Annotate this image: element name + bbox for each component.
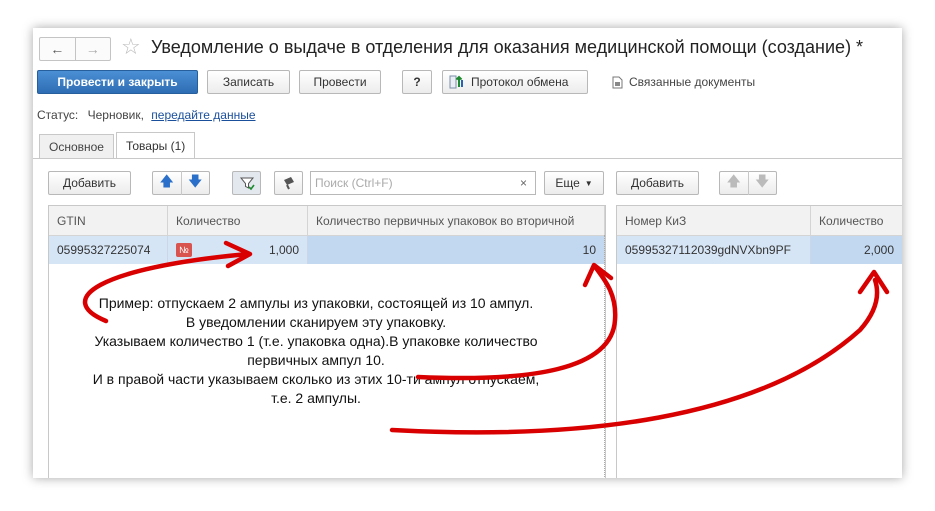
annotation-line: Указываем количество 1 (т.е. упаковка од… (94, 333, 538, 349)
annotation-text: Пример: отпускаем 2 ампулы из упаковки, … (52, 294, 580, 408)
filter-button[interactable] (232, 171, 261, 195)
quantity-value: 1,000 (268, 243, 299, 257)
back-arrow-icon[interactable]: ← (40, 38, 75, 60)
exchange-log-label: Протокол обмена (471, 75, 569, 89)
move-down-icon[interactable]: 🡇 (747, 171, 777, 195)
column-header-gtin[interactable]: GTIN (49, 206, 168, 236)
status-line: Статус: Черновик, передайте данные (37, 108, 256, 122)
post-and-close-button[interactable]: Провести и закрыть (37, 70, 198, 94)
page-title: Уведомление о выдаче в отделения для ока… (151, 37, 864, 57)
related-documents-label: Связанные документы (629, 75, 756, 89)
kiz-table: Номер КиЗ Количество 05995327112039gdNVX… (616, 205, 902, 478)
command-bar: Провести и закрыть Записать Провести ? П… (33, 69, 902, 97)
annotation-line: В уведомлении сканируем эту упаковку. (185, 314, 447, 330)
chevron-down-icon: ▼ (584, 178, 593, 188)
move-buttons: 🡅 🡇 (152, 171, 210, 195)
save-button[interactable]: Записать (207, 70, 290, 94)
primary-qty-cell[interactable]: 10 (308, 236, 605, 264)
number-badge-icon: № (176, 243, 192, 257)
barcode-scanner-icon (283, 177, 294, 190)
tab-strip: Основное Товары (1) (39, 132, 196, 158)
tab-divider (33, 158, 902, 159)
column-header-quantity[interactable]: Количество (168, 206, 308, 236)
related-documents-link[interactable]: Связанные документы (612, 75, 755, 89)
move-up-icon[interactable]: 🡅 (153, 171, 181, 195)
post-button[interactable]: Провести (299, 70, 381, 94)
star-icon[interactable]: ☆ (121, 34, 141, 60)
column-header-kiz-number[interactable]: Номер КиЗ (617, 206, 811, 236)
scanner-button[interactable] (274, 171, 303, 195)
help-button[interactable]: ? (402, 70, 432, 94)
forward-arrow-icon[interactable]: → (74, 38, 111, 60)
document-window: ← → ☆ Уведомление о выдаче в отделения д… (33, 28, 902, 478)
status-label: Статус: (37, 108, 79, 122)
gtin-cell[interactable]: 05995327225074 (49, 236, 168, 264)
search-input[interactable]: Поиск (Ctrl+F) (310, 171, 535, 195)
title-bar: ← → ☆ Уведомление о выдаче в отделения д… (33, 28, 902, 66)
splitter[interactable] (604, 235, 606, 478)
annotation-line: первичных ампул 10. (247, 352, 385, 368)
document-icon (612, 76, 623, 88)
annotation-line: И в правой части указываем сколько из эт… (92, 371, 540, 387)
left-add-button[interactable]: Добавить (48, 171, 131, 195)
more-button[interactable]: Еще ▼ (544, 171, 604, 195)
column-header-kiz-quantity[interactable]: Количество (811, 206, 902, 236)
tab-main[interactable]: Основное (39, 134, 114, 158)
clear-search-button[interactable]: × (512, 171, 536, 195)
exchange-icon (449, 75, 463, 89)
quantity-cell[interactable]: № 1,000 (168, 236, 308, 264)
move-up-icon[interactable]: 🡅 (720, 171, 748, 195)
table-row[interactable]: 05995327225074 № 1,000 10 (49, 236, 605, 264)
filter-icon (239, 177, 255, 191)
annotation-line: т.е. 2 ампулы. (271, 390, 361, 406)
right-move-buttons: 🡅 🡇 (719, 171, 777, 195)
transfer-data-link[interactable]: передайте данные (151, 108, 255, 122)
column-header-primary-per-secondary[interactable]: Количество первичных упаковок во вторичн… (308, 206, 605, 236)
status-value: Черновик, (87, 108, 144, 122)
tab-goods[interactable]: Товары (1) (115, 132, 196, 158)
move-down-icon[interactable]: 🡇 (180, 171, 210, 195)
annotation-line: Пример: отпускаем 2 ампулы из упаковки, … (98, 295, 534, 311)
exchange-log-button[interactable]: Протокол обмена (442, 70, 588, 94)
table-row[interactable]: 05995327112039gdNVXbn9PF 2,000 (617, 236, 902, 264)
nav-buttons: ← → (39, 37, 111, 61)
kiz-quantity-cell[interactable]: 2,000 (811, 236, 902, 264)
more-label: Еще (555, 176, 580, 190)
kiz-number-cell[interactable]: 05995327112039gdNVXbn9PF (617, 236, 811, 264)
right-add-button[interactable]: Добавить (616, 171, 699, 195)
